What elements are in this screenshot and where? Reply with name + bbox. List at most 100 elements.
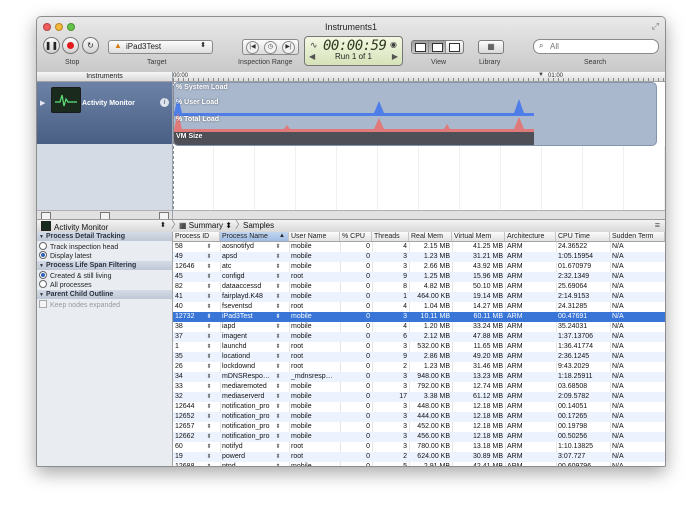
target-select[interactable]: ▲ iPad3Test ⬍: [108, 40, 213, 54]
row-expand-icon[interactable]: ⬍: [203, 342, 213, 352]
column-header-cpu[interactable]: % CPU: [340, 232, 372, 241]
row-expand-icon[interactable]: ⬍: [272, 402, 282, 412]
time-ruler[interactable]: 00:00 ▼ 01:00: [173, 72, 665, 82]
row-expand-icon[interactable]: ⬍: [203, 402, 213, 412]
row-expand-icon[interactable]: ⬍: [203, 272, 213, 282]
row-expand-icon[interactable]: ⬍: [203, 312, 213, 322]
row-expand-icon[interactable]: ⬍: [272, 322, 282, 332]
playhead-icon[interactable]: ▼: [538, 72, 544, 78]
row-expand-icon[interactable]: ⬍: [272, 292, 282, 302]
table-row[interactable]: 1 launchd root 0 3 532.00 KB 11.65 MB ARM 1:36.4…: [173, 342, 665, 352]
column-header-threads[interactable]: Threads: [372, 232, 409, 241]
row-expand-icon[interactable]: ⬍: [203, 432, 213, 442]
menu-icon[interactable]: ≡: [655, 220, 660, 230]
fullscreen-icon[interactable]: ⤢: [652, 21, 659, 32]
row-expand-icon[interactable]: ⬍: [272, 302, 282, 312]
row-expand-icon[interactable]: ⬍: [203, 262, 213, 272]
table-row[interactable]: 26 lockdownd root 0 2 1.23 MB 31.46 MB ARM 9:43.…: [173, 362, 665, 372]
instrument-row-activity-monitor[interactable]: ▶ Activity Monitor i: [37, 82, 172, 144]
search-input[interactable]: [550, 41, 650, 51]
radio-icon[interactable]: [39, 242, 47, 250]
table-row[interactable]: 35 locationd root 0 9 2.86 MB 49.20 MB ARM 2:36.…: [173, 352, 665, 362]
table-row[interactable]: 82 dataaccessd mobile 0 8 4.82 MB 50.10 MB ARM 2…: [173, 282, 665, 292]
next-run-icon[interactable]: ▶: [392, 52, 398, 61]
column-header-virtual-mem[interactable]: Virtual Mem: [452, 232, 505, 241]
inspection-head-line[interactable]: [173, 81, 175, 219]
table-row[interactable]: 45 configd root 0 9 1.25 MB 15.96 MB ARM 2:32.13…: [173, 272, 665, 282]
range-clear-button[interactable]: ◷: [264, 41, 277, 54]
row-expand-icon[interactable]: ⬍: [203, 412, 213, 422]
radio-selected-icon[interactable]: [39, 251, 47, 259]
row-expand-icon[interactable]: ⬍: [203, 302, 213, 312]
row-expand-icon[interactable]: ⬍: [272, 452, 282, 462]
table-row[interactable]: 41 fairplayd.K48 mobile 0 1 464.00 KB 19.14 MB…: [173, 292, 665, 302]
activity-monitor-track[interactable]: % System Load % User Load % Total Load V…: [173, 82, 657, 146]
loop-button[interactable]: ↻: [82, 37, 99, 54]
row-expand-icon[interactable]: ⬍: [203, 382, 213, 392]
timeline-area[interactable]: 00:00 ▼ 01:00 % System Load % User Load …: [173, 72, 665, 219]
row-expand-icon[interactable]: ⬍: [272, 312, 282, 322]
column-header-sudden-term[interactable]: Sudden Term: [610, 232, 665, 241]
table-row[interactable]: 32 mediaserverd mobile 0 17 3.38 MB 61.12 MB AR…: [173, 392, 665, 402]
radio-selected-icon[interactable]: [39, 271, 47, 279]
row-expand-icon[interactable]: ⬍: [203, 442, 213, 452]
table-row[interactable]: 12662 notification_pro mobile 0 3 456.00 KB 12…: [173, 432, 665, 442]
range-end-button[interactable]: ▶|: [282, 41, 295, 54]
row-expand-icon[interactable]: ⬍: [272, 442, 282, 452]
row-expand-icon[interactable]: ⬍: [203, 462, 213, 466]
table-row[interactable]: 12732 iPad3Test mobile 0 3 10.11 MB 60.11 MB AR…: [173, 312, 665, 322]
radio-icon[interactable]: [39, 280, 47, 288]
row-expand-icon[interactable]: ⬍: [272, 342, 282, 352]
disclosure-triangle-icon[interactable]: ▶: [40, 99, 45, 107]
pause-button[interactable]: ❚❚: [43, 37, 60, 54]
row-expand-icon[interactable]: ⬍: [272, 262, 282, 272]
timer-stop-icon[interactable]: ◉: [390, 40, 397, 49]
library-button[interactable]: ▦: [478, 40, 504, 54]
record-stop-button[interactable]: [62, 37, 79, 54]
row-expand-icon[interactable]: ⬍: [203, 452, 213, 462]
view-detail-button[interactable]: [429, 41, 446, 53]
row-expand-icon[interactable]: ⬍: [272, 382, 282, 392]
row-expand-icon[interactable]: ⬍: [203, 252, 213, 262]
view-extended-button[interactable]: [446, 41, 462, 53]
row-expand-icon[interactable]: ⬍: [203, 322, 213, 332]
table-row[interactable]: 12688 ptpd mobile052.91 MB42.41 MBARM00.60…: [173, 462, 665, 466]
row-expand-icon[interactable]: ⬍: [272, 392, 282, 402]
row-expand-icon[interactable]: ⬍: [272, 242, 282, 252]
nav-summary-selector[interactable]: ▦ Summary ⬍: [179, 221, 232, 230]
row-expand-icon[interactable]: ⬍: [203, 392, 213, 402]
row-expand-icon[interactable]: ⬍: [272, 462, 282, 466]
column-header-user-name[interactable]: User Name: [289, 232, 340, 241]
info-icon[interactable]: i: [160, 98, 169, 107]
row-expand-icon[interactable]: ⬍: [272, 372, 282, 382]
nav-instrument-selector[interactable]: Activity Monitor: [41, 221, 108, 232]
option-display-latest[interactable]: Display latest: [39, 251, 92, 261]
row-expand-icon[interactable]: ⬍: [272, 332, 282, 342]
row-expand-icon[interactable]: ⬍: [203, 362, 213, 372]
table-row[interactable]: 12646 atc mobile 0 3 2.66 MB 43.92 MB ARM 01.670…: [173, 262, 665, 272]
column-header-architecture[interactable]: Architecture: [505, 232, 556, 241]
nav-samples[interactable]: Samples: [243, 221, 274, 230]
range-start-button[interactable]: |◀: [246, 41, 259, 54]
row-expand-icon[interactable]: ⬍: [272, 412, 282, 422]
column-header-process-name[interactable]: Process Name ▲: [220, 232, 289, 241]
row-expand-icon[interactable]: ⬍: [203, 422, 213, 432]
row-expand-icon[interactable]: ⬍: [272, 422, 282, 432]
row-expand-icon[interactable]: ⬍: [203, 292, 213, 302]
select-arrows-icon[interactable]: ⬍: [160, 221, 166, 229]
row-expand-icon[interactable]: ⬍: [203, 242, 213, 252]
column-header-cpu-time[interactable]: CPU Time: [556, 232, 610, 241]
table-row[interactable]: 12644 notification_pro mobile 0 3 448.00 KB 12…: [173, 402, 665, 412]
table-row[interactable]: 38 iapd mobile 0 4 1.20 MB 33.24 MB ARM 35.24031…: [173, 322, 665, 332]
table-row[interactable]: 33 mediaremoted mobile 0 3 792.00 KB 12.74 MB A…: [173, 382, 665, 392]
row-expand-icon[interactable]: ⬍: [203, 372, 213, 382]
search-field[interactable]: ⌕: [533, 39, 659, 54]
row-expand-icon[interactable]: ⬍: [272, 432, 282, 442]
table-row[interactable]: 12657 notification_pro mobile 0 3 452.00 KB 12…: [173, 422, 665, 432]
table-row[interactable]: 49 apsd mobile 0 3 1.23 MB 31.21 MB ARM 1:05.159…: [173, 252, 665, 262]
column-header-process-id[interactable]: Process ID: [173, 232, 220, 241]
table-row[interactable]: 58 aosnotifyd mobile 0 4 2.15 MB 41.25 MB ARM 24…: [173, 242, 665, 252]
timeline-scrollbar[interactable]: [173, 210, 665, 219]
table-row[interactable]: 34 mDNSRespo… _mdnsresp… 0 3 948.00 KB 13.23 M…: [173, 372, 665, 382]
row-expand-icon[interactable]: ⬍: [272, 362, 282, 372]
